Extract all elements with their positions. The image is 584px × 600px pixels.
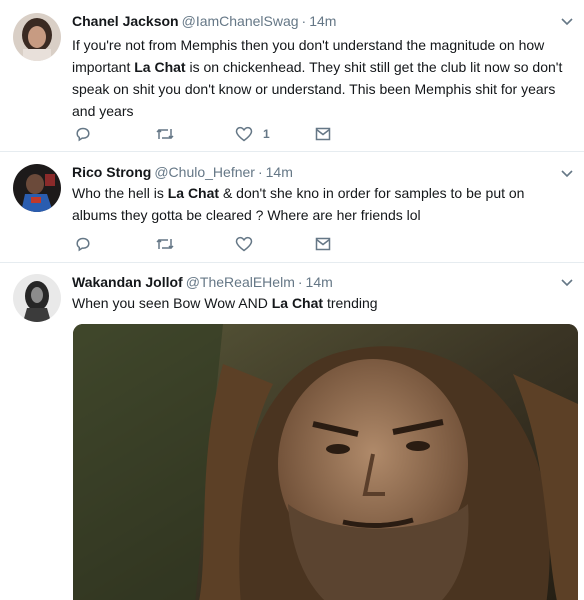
like-count: 1 xyxy=(263,127,270,141)
chevron-down-icon[interactable] xyxy=(560,166,574,180)
heart-icon xyxy=(232,126,253,142)
reply-button[interactable] xyxy=(72,124,152,144)
tweet-text: If you're not from Memphis then you don'… xyxy=(72,34,572,122)
tweet-actions: 1 xyxy=(72,124,392,144)
like-button[interactable] xyxy=(232,234,312,254)
message-icon xyxy=(312,236,331,252)
tweet-header: Chanel Jackson @IamChanelSwag · 14m xyxy=(72,12,550,30)
like-button[interactable]: 1 xyxy=(232,124,312,144)
separator: · xyxy=(257,164,263,180)
reply-icon xyxy=(72,236,91,252)
retweet-button[interactable] xyxy=(152,124,232,144)
hashtag-highlight: La Chat xyxy=(167,185,220,201)
tweet-header: Rico Strong @Chulo_Hefner · 14m xyxy=(72,163,550,181)
message-button[interactable] xyxy=(312,124,392,144)
heart-icon xyxy=(232,236,253,252)
tweet-text: When you seen Bow Wow AND La Chat trendi… xyxy=(72,292,572,314)
retweet-button[interactable] xyxy=(152,234,232,254)
username[interactable]: @Chulo_Hefner xyxy=(154,164,255,180)
hashtag-highlight: La Chat xyxy=(134,59,186,75)
timestamp[interactable]: 14m xyxy=(309,13,336,29)
fullname[interactable]: Wakandan Jollof xyxy=(72,274,183,290)
text-part: trending xyxy=(323,295,378,311)
timestamp[interactable]: 14m xyxy=(306,274,333,290)
separator: · xyxy=(297,274,303,290)
tweet[interactable]: Rico Strong @Chulo_Hefner · 14m Who the hel… xyxy=(0,152,584,263)
chevron-down-icon[interactable] xyxy=(560,275,574,289)
message-button[interactable] xyxy=(312,234,392,254)
reply-icon xyxy=(72,126,91,142)
tweet[interactable]: Wakandan Jollof @TheRealEHelm · 14m When yo… xyxy=(0,263,584,600)
username[interactable]: @TheRealEHelm xyxy=(186,274,295,290)
avatar[interactable] xyxy=(13,13,61,61)
hashtag-highlight: La Chat xyxy=(271,295,324,311)
retweet-icon xyxy=(152,126,175,142)
fullname[interactable]: Chanel Jackson xyxy=(72,13,179,29)
avatar[interactable] xyxy=(13,274,61,322)
text-part: Who the hell is xyxy=(72,185,168,201)
tweet-text: Who the hell is La Chat & don't she kno … xyxy=(72,182,572,226)
timestamp[interactable]: 14m xyxy=(266,164,293,180)
retweet-icon xyxy=(152,236,175,252)
separator: · xyxy=(301,13,307,29)
fullname[interactable]: Rico Strong xyxy=(72,164,151,180)
username[interactable]: @IamChanelSwag xyxy=(182,13,299,29)
text-part: When you seen Bow Wow AND xyxy=(72,295,272,311)
gif-image[interactable] xyxy=(73,324,578,600)
tweet-header: Wakandan Jollof @TheRealEHelm · 14m xyxy=(72,273,550,291)
tweet-actions xyxy=(72,234,392,254)
avatar[interactable] xyxy=(13,164,61,212)
message-icon xyxy=(312,126,331,142)
chevron-down-icon[interactable] xyxy=(560,14,574,28)
reply-button[interactable] xyxy=(72,234,152,254)
tweet[interactable]: Chanel Jackson @IamChanelSwag · 14m If you'… xyxy=(0,0,584,152)
